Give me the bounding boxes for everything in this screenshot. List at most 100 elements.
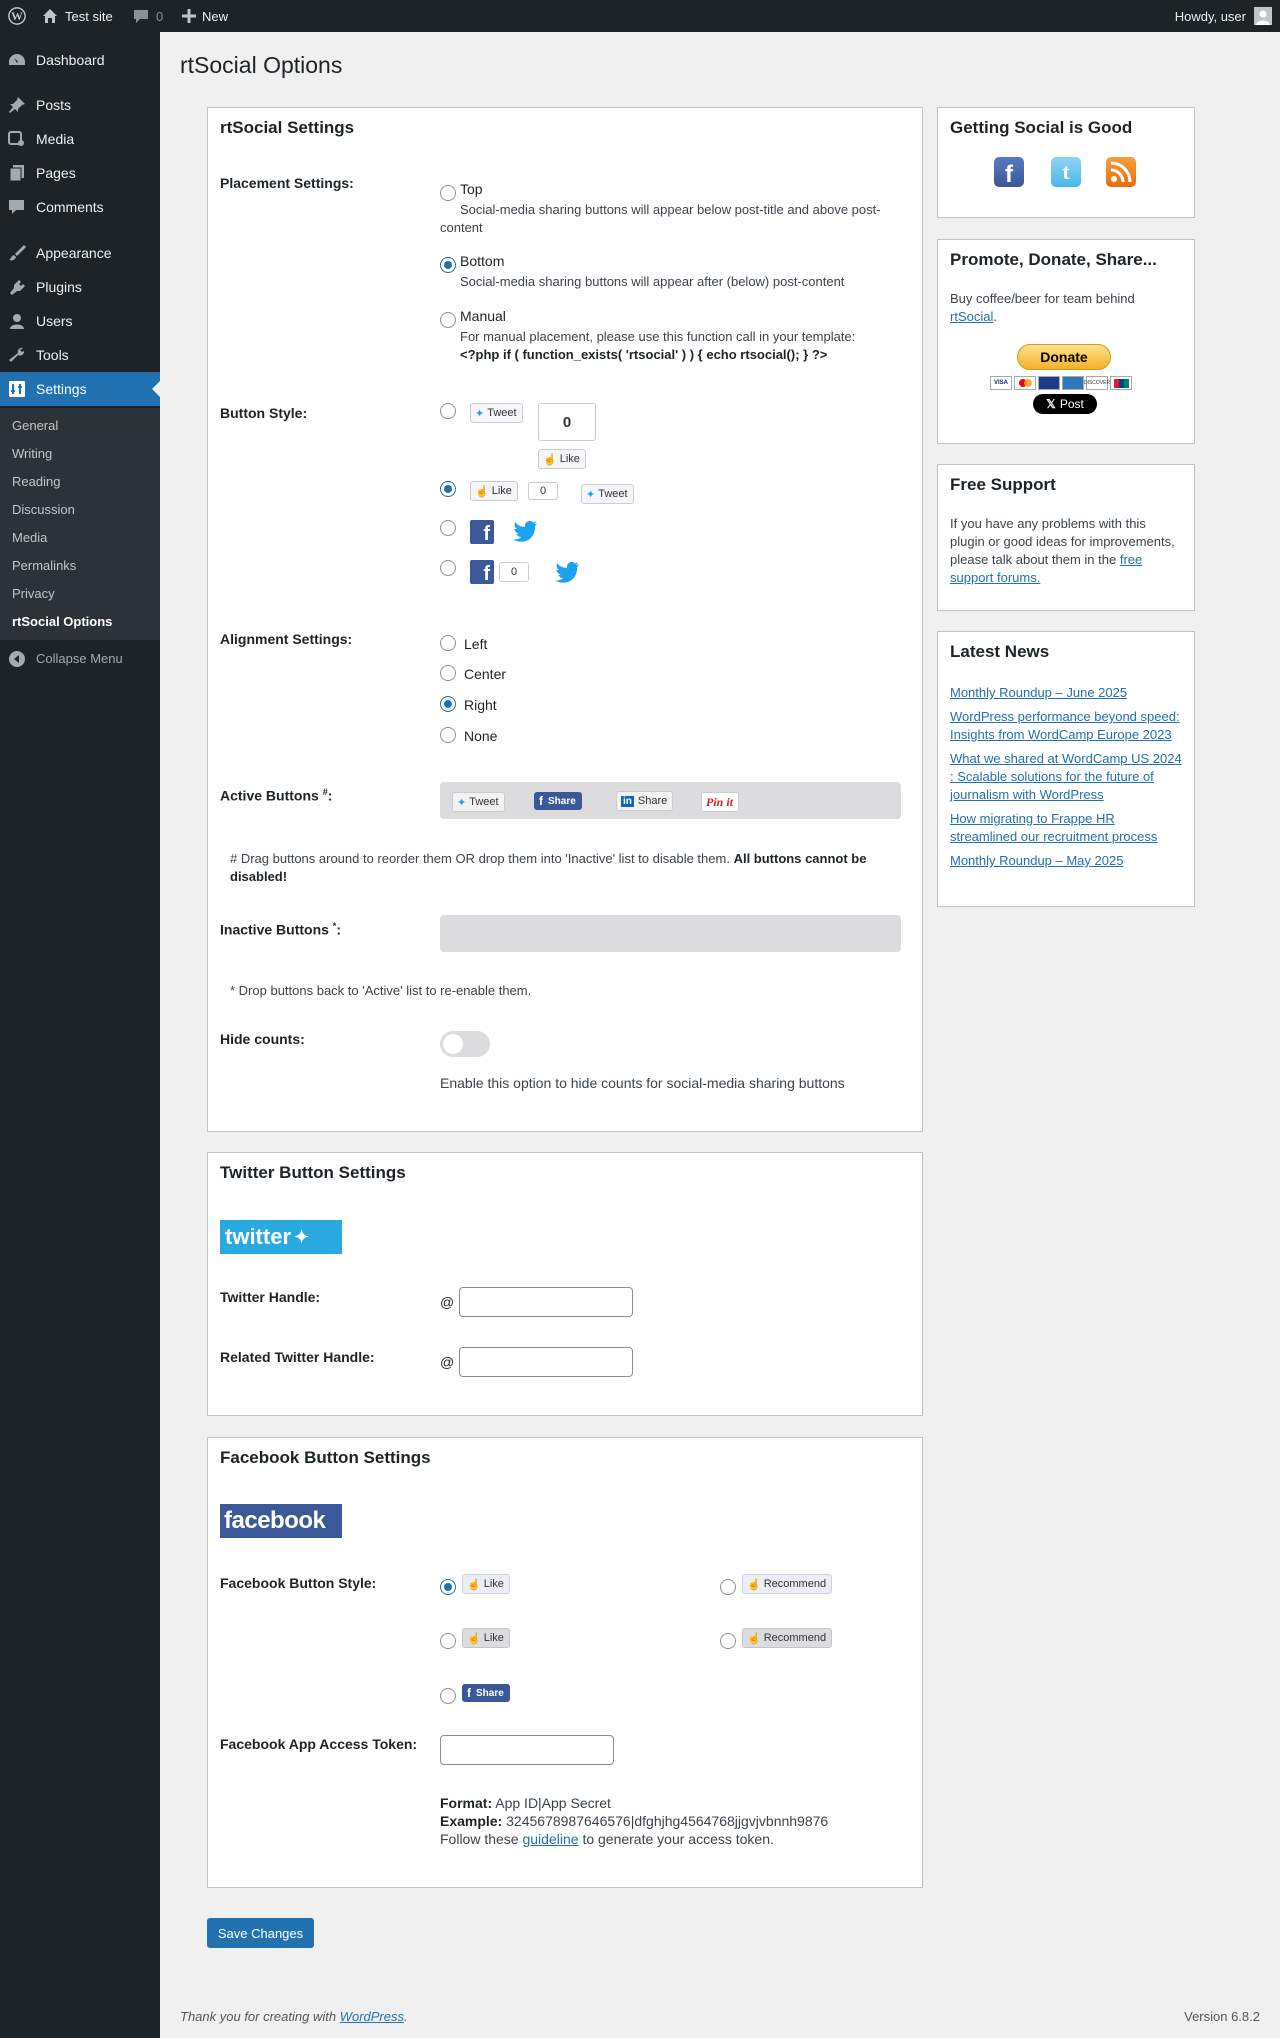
news-item-link[interactable]: : Scalable solutions for the future of: [950, 768, 1154, 786]
menu-item-plugins[interactable]: Plugins: [0, 270, 160, 304]
placement-manual-radio[interactable]: [440, 312, 456, 328]
submenu-general[interactable]: General: [12, 418, 58, 433]
mastercard-icon: [1014, 376, 1036, 390]
donate-button[interactable]: Donate: [1017, 344, 1111, 370]
menu-item-dashboard[interactable]: Dashboard: [0, 43, 160, 77]
active-tweet-button[interactable]: ✦ Tweet: [452, 792, 505, 812]
inactive-sup: *: [332, 921, 337, 931]
menu-item-posts[interactable]: Posts: [0, 88, 160, 122]
facebook-icon: f: [470, 520, 494, 544]
support-forums-link[interactable]: free: [1120, 552, 1142, 567]
submenu-discussion[interactable]: Discussion: [12, 502, 75, 517]
fb-style-share-radio[interactable]: [440, 1688, 456, 1704]
menu-item-comments[interactable]: Comments: [0, 190, 160, 224]
placement-manual-label: Manual: [460, 308, 506, 324]
rtsocial-link[interactable]: rtSocial: [950, 309, 993, 324]
submenu-permalinks[interactable]: Permalinks: [12, 558, 76, 573]
site-name: Test site: [65, 8, 113, 24]
avatar[interactable]: [1254, 0, 1272, 32]
button-style-vertical-radio[interactable]: [440, 403, 456, 419]
menu-label: Appearance: [36, 245, 112, 261]
fb-style-recommend-light-radio[interactable]: [720, 1579, 736, 1595]
rss-icon[interactable]: [1106, 157, 1136, 187]
news-item-link[interactable]: How migrating to Frappe HR: [950, 810, 1115, 828]
button-style-icon-radio[interactable]: [440, 520, 456, 536]
placement-bottom-label: Bottom: [460, 253, 505, 269]
placement-bottom-radio[interactable]: [440, 257, 456, 273]
site-name-link[interactable]: Test site: [42, 0, 113, 32]
twitter-bird-icon: ✦: [475, 407, 485, 420]
dashboard-icon: [9, 54, 25, 65]
plug-icon: [10, 280, 25, 295]
fb-style-recommend-dark-radio[interactable]: [720, 1633, 736, 1649]
fb-style-like-dark-radio[interactable]: [440, 1633, 456, 1649]
wordpress-link[interactable]: WordPress: [340, 2009, 404, 2024]
wordpress-logo-icon[interactable]: W: [8, 0, 26, 32]
amex-icon: [1062, 376, 1084, 390]
related-twitter-handle-input[interactable]: [459, 1347, 633, 1377]
align-center-radio[interactable]: [440, 665, 456, 681]
align-left-radio[interactable]: [440, 635, 456, 651]
menu-item-settings[interactable]: Settings: [0, 372, 160, 406]
news-item-link[interactable]: streamlined our recruitment process: [950, 828, 1157, 846]
twitter-handle-input[interactable]: [459, 1287, 633, 1317]
button-style-icon-count-radio[interactable]: [440, 560, 456, 576]
menu-item-appearance[interactable]: Appearance: [0, 236, 160, 270]
facebook-icon[interactable]: f: [994, 157, 1024, 187]
at-symbol: @: [440, 1294, 455, 1310]
align-right-radio[interactable]: [440, 696, 456, 712]
news-item-link[interactable]: Monthly Roundup – May 2025: [950, 852, 1123, 870]
active-fb-share-button[interactable]: f Share: [534, 792, 582, 810]
x-post-button[interactable]: 𝕏 Post: [1033, 394, 1097, 414]
submenu-reading[interactable]: Reading: [12, 474, 60, 489]
menu-item-media[interactable]: Media: [0, 122, 160, 156]
twitter-icon[interactable]: t: [1051, 157, 1081, 187]
active-buttons-list[interactable]: ✦ Tweet f Share in Share Pin it: [440, 782, 901, 819]
submenu-rtsocial-options[interactable]: rtSocial Options: [12, 614, 112, 629]
menu-item-tools[interactable]: Tools: [0, 338, 160, 372]
news-item-link[interactable]: WordPress performance beyond speed:: [950, 708, 1180, 726]
tweet-button-preview: ✦ Tweet: [581, 484, 634, 504]
guideline-link[interactable]: guideline: [522, 1831, 578, 1847]
align-right-label: Right: [464, 697, 497, 713]
fb-token-input[interactable]: [440, 1735, 614, 1765]
card-icon: [1038, 376, 1060, 390]
news-item-link[interactable]: journalism with WordPress: [950, 786, 1104, 804]
fb-style-like-light-radio[interactable]: [440, 1579, 456, 1595]
facebook-heading: Facebook Button Settings: [220, 1448, 431, 1467]
menu-item-users[interactable]: Users: [0, 304, 160, 338]
inactive-buttons-list[interactable]: [440, 915, 901, 952]
align-none-radio[interactable]: [440, 727, 456, 743]
pin-icon: [9, 97, 25, 113]
comments-link[interactable]: 0: [133, 0, 163, 32]
menu-label: Settings: [36, 381, 87, 397]
rtsocial-settings-box: rtSocial Settings Placement Settings: To…: [207, 107, 923, 1132]
collapse-menu-button[interactable]: Collapse Menu: [0, 641, 160, 675]
menu-label: Pages: [36, 165, 76, 181]
placement-top-radio[interactable]: [440, 185, 456, 201]
save-changes-button[interactable]: Save Changes: [207, 1918, 314, 1948]
support-forums-link[interactable]: support forums.: [950, 570, 1040, 585]
twitter-settings-box: Twitter Button Settings twitter ✦ Twitter…: [207, 1152, 923, 1416]
menu-item-pages[interactable]: Pages: [0, 156, 160, 190]
active-sup: #: [322, 787, 328, 797]
news-item-link[interactable]: Insights from WordCamp Europe 2023: [950, 726, 1172, 744]
new-content-link[interactable]: New: [182, 0, 228, 32]
hide-counts-toggle[interactable]: [440, 1031, 490, 1057]
news-item-link[interactable]: Monthly Roundup – June 2025: [950, 684, 1127, 702]
alignment-label: Alignment Settings:: [220, 631, 353, 647]
menu-label: Posts: [36, 97, 72, 113]
submenu-writing[interactable]: Writing: [12, 446, 52, 461]
widget-title: Promote, Donate, Share...: [950, 250, 1157, 269]
submenu-media[interactable]: Media: [12, 530, 47, 545]
howdy-text[interactable]: Howdy, user: [1175, 0, 1246, 32]
fb-token-label: Facebook App Access Token:: [220, 1736, 418, 1752]
tweet-button-preview: ✦ Tweet: [470, 403, 523, 423]
active-pinterest-button[interactable]: Pin it: [701, 792, 740, 812]
active-linkedin-share-button[interactable]: in Share: [616, 791, 674, 811]
button-style-horizontal-radio[interactable]: [440, 481, 456, 497]
news-item-link[interactable]: What we shared at WordCamp US 2024: [950, 750, 1182, 768]
getting-social-widget: Getting Social is Good f t: [937, 107, 1195, 218]
inactive-note: * Drop buttons back to 'Active' list to …: [230, 983, 532, 998]
submenu-privacy[interactable]: Privacy: [12, 586, 55, 601]
